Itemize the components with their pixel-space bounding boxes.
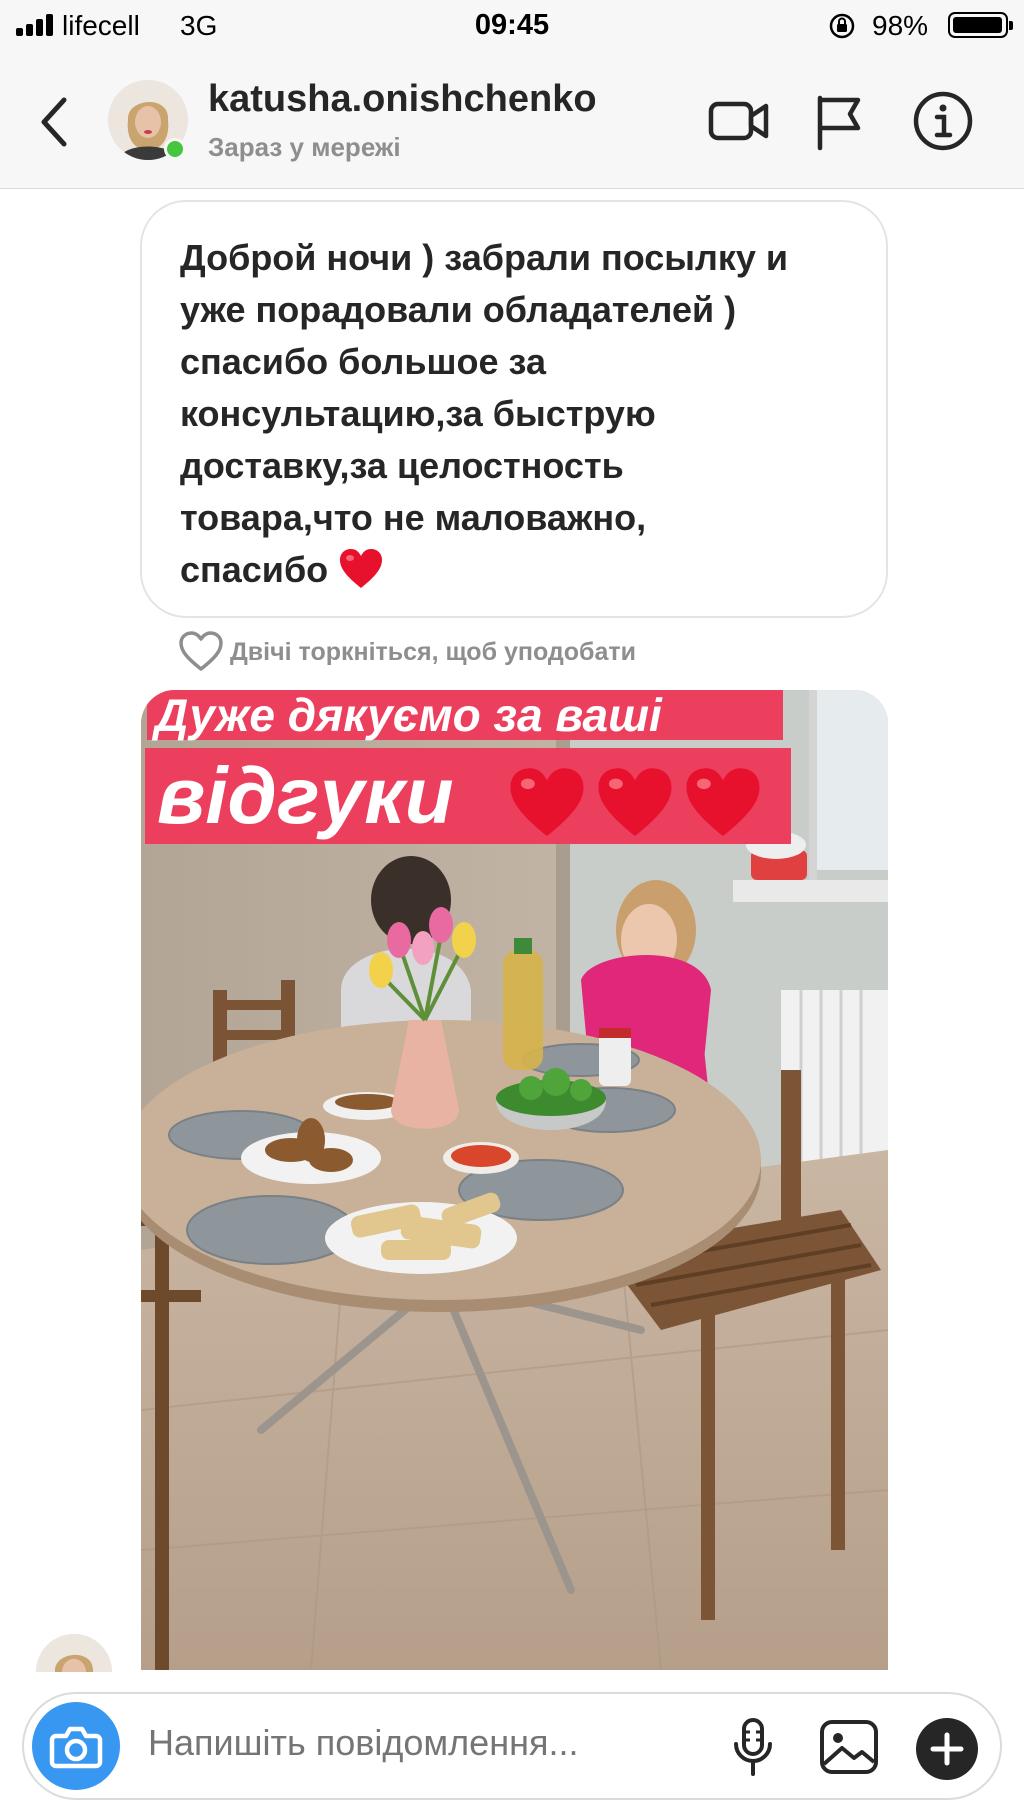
message-bubble[interactable]: Доброй ночи ) забрали посылку и уже пора…: [140, 200, 888, 618]
clock: 09:45: [474, 9, 550, 41]
plus-icon: [930, 1732, 964, 1766]
rotation-lock-icon: [829, 13, 855, 39]
active-status: Зараз у мережі: [208, 132, 401, 162]
message-composer: [22, 1692, 1002, 1800]
add-button[interactable]: [916, 1718, 978, 1780]
online-indicator: [164, 138, 186, 160]
microphone-icon[interactable]: [720, 1714, 786, 1780]
back-icon[interactable]: [34, 94, 74, 150]
red-heart-emoji: [686, 768, 760, 837]
chat-header: katusha.onishchenko Зараз у мережі: [0, 50, 1024, 189]
flag-icon[interactable]: [808, 88, 874, 154]
message-input[interactable]: [148, 1722, 628, 1764]
gallery-icon[interactable]: [816, 1714, 882, 1780]
story-banner-top: Дуже дякуємо за ваші: [147, 690, 783, 741]
red-heart-emoji: [340, 549, 383, 588]
battery-percent: 98%: [872, 10, 929, 41]
camera-button[interactable]: [32, 1702, 120, 1790]
info-icon[interactable]: [910, 88, 976, 154]
like-hint-text: Двічі торкніться, щоб уподобати: [230, 638, 637, 666]
red-heart-emoji: [598, 768, 672, 837]
story-banner-line1: Дуже дякуємо за ваші: [155, 690, 662, 741]
sender-avatar[interactable]: [36, 1634, 112, 1674]
heart-outline-icon[interactable]: [178, 630, 224, 672]
chat-username[interactable]: katusha.onishchenko: [208, 78, 597, 121]
message-text: Доброй ночи ) забрали посылку и уже пора…: [180, 237, 789, 590]
story-photo[interactable]: Дуже дякуємо за ваші відгуки: [141, 690, 888, 1670]
battery-icon: [948, 12, 1013, 38]
story-banner-bottom: відгуки: [145, 748, 791, 844]
video-call-icon[interactable]: [706, 88, 772, 154]
camera-icon: [49, 1726, 103, 1769]
red-heart-emoji: [510, 768, 584, 837]
story-banner-line2: відгуки: [157, 751, 454, 840]
status-bar: lifecell 3G 09:45 98%: [0, 0, 1024, 50]
